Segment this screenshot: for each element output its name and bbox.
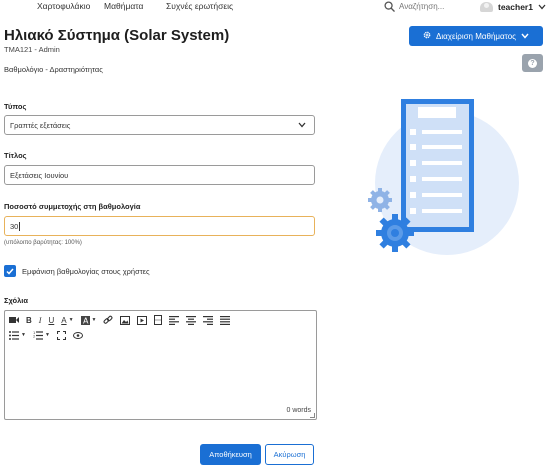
align-left-icon[interactable] — [169, 315, 180, 325]
svg-text:2: 2 — [33, 334, 35, 338]
numbered-list-icon[interactable]: 1 2 ▼ — [33, 330, 50, 340]
question-icon: ? — [528, 58, 537, 68]
gear-icon — [423, 31, 431, 41]
breadcrumb: Βαθμολόγιο - Δραστηριότητας — [4, 65, 103, 74]
nav-portfolio[interactable]: Χαρτοφυλάκιο — [37, 1, 90, 11]
fullscreen-icon[interactable] — [56, 330, 66, 340]
search-box — [384, 0, 461, 13]
show-grades-label: Εμφάνιση βαθμολογίας στους χρήστες — [22, 266, 150, 276]
resize-handle[interactable] — [310, 413, 315, 418]
weight-label: Ποσοστό συμμετοχής στη βαθμολογία — [4, 202, 141, 211]
show-grades-option[interactable]: Εμφάνιση βαθμολογίας στους χρήστες — [4, 265, 150, 277]
align-center-icon[interactable] — [186, 315, 197, 325]
page-title: Ηλιακό Σύστημα (Solar System) — [4, 27, 230, 44]
paragraph-format-icon[interactable] — [9, 315, 19, 325]
nav-faq[interactable]: Συχνές ερωτήσεις — [166, 1, 233, 11]
chevron-down-icon — [298, 121, 306, 130]
avatar — [480, 1, 493, 12]
nav-courses[interactable]: Μαθήματα — [104, 1, 143, 11]
manage-course-button[interactable]: Διαχείριση Μαθήματος — [409, 26, 543, 46]
underline-icon[interactable]: U — [48, 315, 54, 325]
preview-eye-icon[interactable] — [72, 330, 83, 340]
top-navbar: Χαρτοφυλάκιο Μαθήματα Συχνές ερωτήσεις t… — [0, 0, 550, 14]
video-icon[interactable] — [137, 315, 148, 325]
page-break-icon[interactable] — [154, 315, 163, 325]
type-select-value: Γραπτές εξετάσεις — [10, 120, 71, 130]
save-button[interactable]: Αποθήκευση — [200, 444, 261, 465]
help-button[interactable]: ? — [522, 54, 543, 72]
manage-course-label: Διαχείριση Μαθήματος — [436, 31, 516, 41]
search-input[interactable] — [399, 2, 461, 11]
align-right-icon[interactable] — [203, 315, 214, 325]
show-grades-checkbox[interactable] — [4, 265, 16, 277]
chevron-down-icon — [521, 32, 529, 41]
weight-hint: (υπόλοιπο βαρύτητας: 100%) — [4, 240, 82, 246]
document-settings-illustration — [362, 85, 522, 260]
chevron-down-icon — [538, 2, 546, 12]
comments-label: Σχόλια — [4, 296, 28, 305]
comments-editor[interactable]: B I U A ▼ A ▼ ▼ 1 2 ▼ 0 words — [4, 310, 317, 420]
course-code: TMA121 - Admin — [4, 45, 60, 54]
editor-toolbar-row-1: B I U A ▼ A ▼ — [9, 315, 237, 325]
svg-text:A: A — [83, 316, 89, 325]
search-icon[interactable] — [384, 1, 395, 12]
bold-icon[interactable]: B — [26, 315, 32, 325]
title-input[interactable]: Εξετάσεις Ιουνίου — [4, 165, 315, 185]
username: teacher1 — [498, 1, 533, 12]
editor-toolbar-row-2: ▼ 1 2 ▼ — [9, 330, 90, 340]
image-icon[interactable] — [120, 315, 131, 325]
user-menu[interactable]: teacher1 — [480, 0, 546, 13]
type-label: Τύπος — [4, 102, 27, 111]
bullet-list-icon[interactable]: ▼ — [9, 330, 26, 340]
weight-input-value: 30 — [10, 221, 19, 231]
italic-icon[interactable]: I — [39, 315, 42, 325]
background-color-icon[interactable]: A ▼ — [80, 315, 96, 325]
link-icon[interactable] — [103, 315, 113, 325]
text-cursor — [19, 221, 21, 231]
title-input-value: Εξετάσεις Ιουνίου — [10, 170, 69, 180]
editor-content-area[interactable] — [8, 347, 313, 407]
word-count: 0 words — [286, 407, 311, 414]
cancel-button[interactable]: Ακύρωση — [265, 444, 314, 465]
weight-input[interactable]: 30 — [4, 216, 315, 236]
font-color-icon[interactable]: A ▼ — [61, 315, 73, 325]
align-justify-icon[interactable] — [220, 315, 231, 325]
title-label: Τίτλος — [4, 151, 27, 160]
type-select[interactable]: Γραπτές εξετάσεις — [4, 115, 315, 135]
